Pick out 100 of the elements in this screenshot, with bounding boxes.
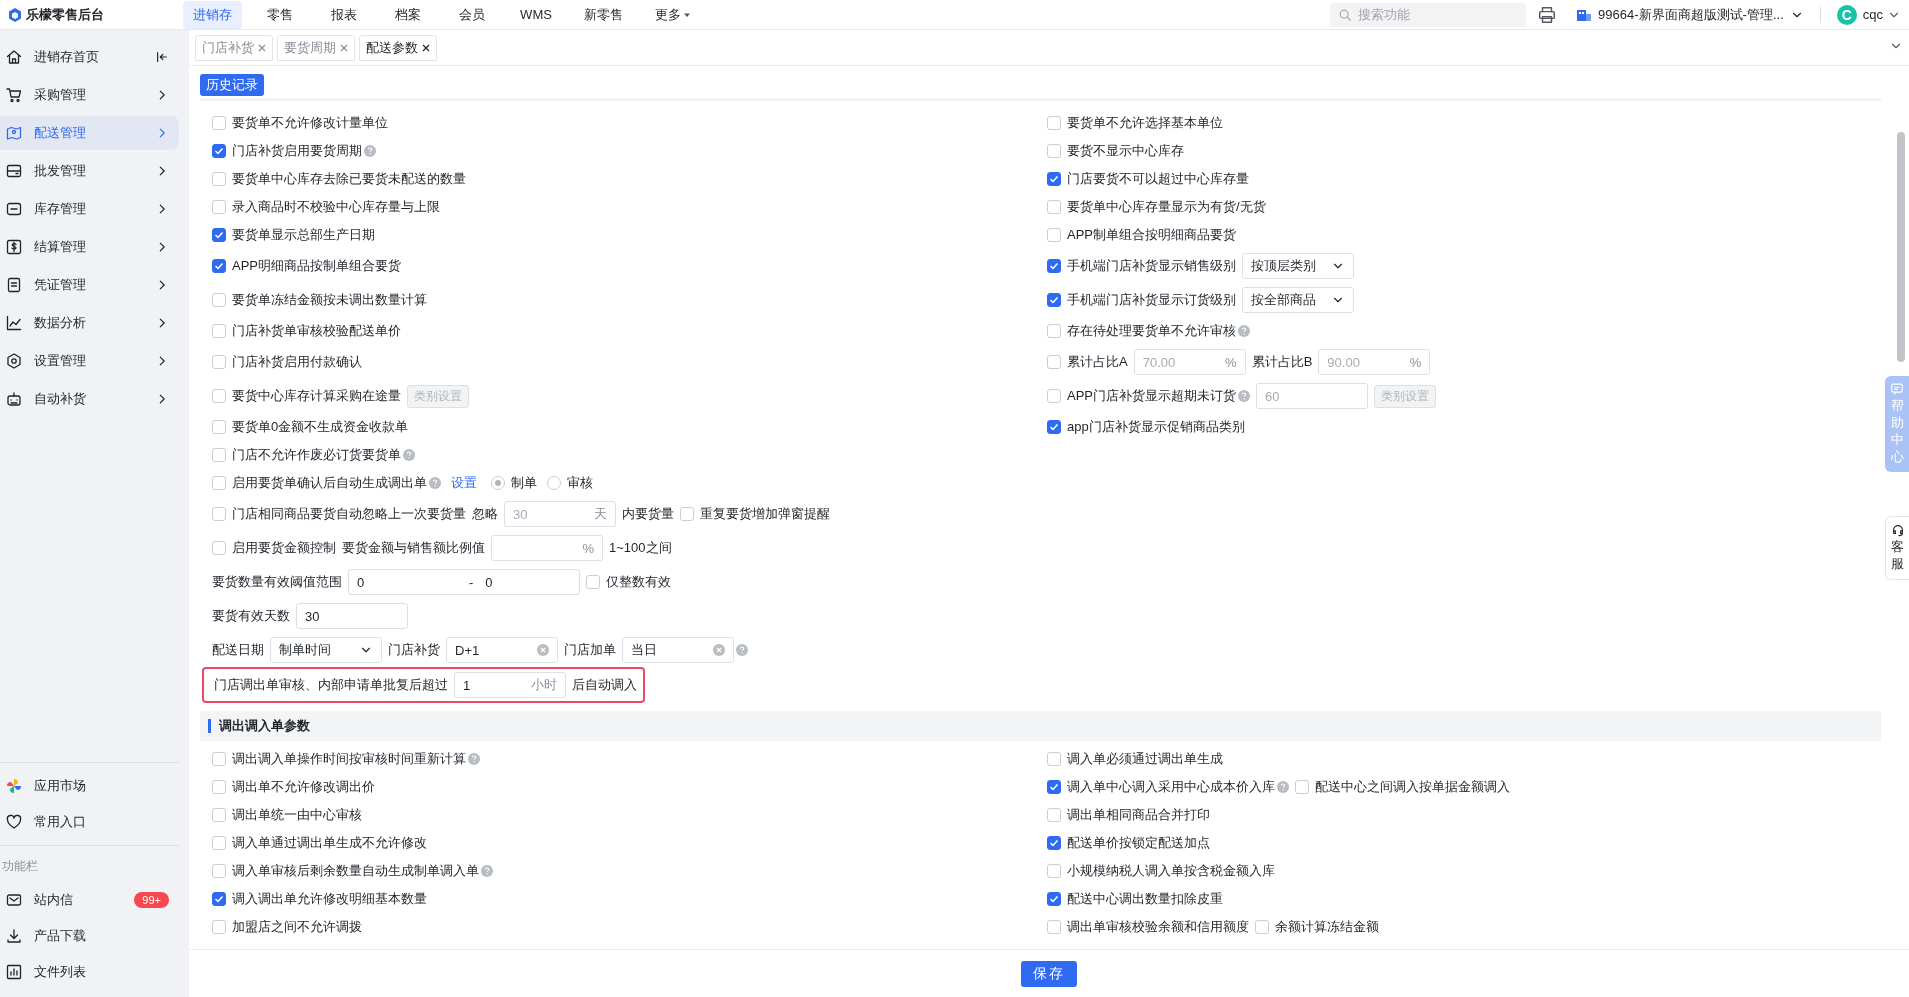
field-label: 门店补货 bbox=[388, 641, 440, 659]
nav-tab[interactable]: 新零售 bbox=[574, 0, 633, 29]
sidebar-item[interactable]: 数据分析 bbox=[0, 306, 179, 340]
sidebar-item[interactable]: 产品下载 bbox=[0, 919, 179, 953]
help-icon[interactable] bbox=[364, 145, 376, 157]
checkbox[interactable] bbox=[1047, 836, 1061, 850]
range-field[interactable]: 0 - 0 bbox=[348, 569, 580, 595]
option-label: 手机端门店补货显示订货级别 bbox=[1067, 291, 1236, 309]
sidebar-item[interactable]: 自动补货 bbox=[0, 382, 179, 416]
option-label: 要货单不允许修改计量单位 bbox=[232, 114, 388, 132]
close-icon[interactable] bbox=[422, 44, 430, 52]
help-icon[interactable] bbox=[736, 644, 748, 656]
checkbox[interactable] bbox=[1047, 172, 1061, 186]
sidebar-item[interactable]: 设置管理 bbox=[0, 344, 179, 378]
field-label: 累计占比B bbox=[1251, 353, 1313, 371]
input-field[interactable]: 1 小时 bbox=[454, 672, 566, 698]
option-label: 仅整数有效 bbox=[606, 573, 671, 591]
line-chart-icon bbox=[6, 315, 22, 331]
sidebar-item[interactable]: 结算管理 bbox=[0, 230, 179, 264]
nav-tab[interactable]: 档案 bbox=[382, 0, 434, 29]
clear-icon[interactable] bbox=[713, 644, 725, 656]
checkbox[interactable] bbox=[212, 144, 226, 158]
option-label: 调出单审核校验余额和信用额度 bbox=[1067, 918, 1249, 936]
settings-link[interactable]: 设置 bbox=[451, 474, 477, 492]
input-field[interactable]: D+1 bbox=[446, 637, 558, 663]
nav-tab[interactable]: 报表 bbox=[318, 0, 370, 29]
checkbox[interactable] bbox=[212, 228, 226, 242]
checkbox[interactable] bbox=[1047, 780, 1061, 794]
sidebar-item[interactable]: 进销存首页 bbox=[0, 40, 179, 74]
option-label: 调入单审核后剩余数量自动生成制单调入单 bbox=[232, 862, 479, 880]
sidebar-item[interactable]: 常用入口 bbox=[0, 805, 179, 839]
help-icon[interactable] bbox=[468, 753, 480, 765]
field-label: 配送日期 bbox=[212, 641, 264, 659]
nav-tab[interactable]: WMS bbox=[510, 0, 562, 29]
option-label: 手机端门店补货显示销售级别 bbox=[1067, 257, 1236, 275]
page-tab[interactable]: 配送参数 bbox=[359, 35, 437, 61]
nav-tab[interactable]: 更多 bbox=[645, 0, 701, 29]
checkbox[interactable] bbox=[212, 892, 226, 906]
checkbox[interactable] bbox=[1047, 293, 1061, 307]
scrollbar-thumb[interactable] bbox=[1897, 132, 1905, 362]
option-label: 门店相同商品要货自动忽略上一次要货量 bbox=[232, 505, 466, 523]
sidebar-item[interactable]: 文件列表 bbox=[0, 955, 179, 989]
help-icon[interactable] bbox=[1277, 781, 1289, 793]
option-label: 要货单中心库存量显示为有货/无货 bbox=[1067, 198, 1266, 216]
map-icon bbox=[6, 125, 22, 141]
option-label: 累计占比A bbox=[1067, 353, 1128, 371]
option-label: 要货单显示总部生产日期 bbox=[232, 226, 375, 244]
dropdown[interactable]: 按全部商品 bbox=[1242, 287, 1354, 313]
customer-service-tab[interactable]: 客服 bbox=[1885, 516, 1909, 580]
option-label: 门店补货单审核校验配送单价 bbox=[232, 322, 401, 340]
option-label: 要货中心库存计算采购在途量 bbox=[232, 387, 401, 405]
sidebar-item[interactable]: 凭证管理 bbox=[0, 268, 179, 302]
sidebar-item[interactable]: 批发管理 bbox=[0, 154, 179, 188]
option-label: 门店要货不可以超过中心库存量 bbox=[1067, 170, 1249, 188]
collapse-icon[interactable] bbox=[155, 50, 169, 64]
store-selector[interactable]: 99664-新界面商超版测试-管理... bbox=[1576, 5, 1804, 24]
input-field[interactable]: 30 bbox=[296, 603, 408, 629]
printer-icon[interactable] bbox=[1538, 5, 1557, 24]
sidebar-item[interactable]: 应用市场 bbox=[0, 769, 179, 803]
sidebar-item[interactable]: 配送管理 bbox=[0, 116, 179, 150]
heart-icon bbox=[6, 814, 22, 830]
sidebar-item[interactable]: 库存管理 bbox=[0, 192, 179, 226]
input-field[interactable]: 70.00 % bbox=[1133, 349, 1246, 375]
clear-icon[interactable] bbox=[537, 644, 549, 656]
dropdown[interactable]: 制单时间 bbox=[270, 637, 382, 663]
checkbox[interactable] bbox=[1047, 420, 1061, 434]
checkbox[interactable] bbox=[1047, 892, 1061, 906]
check-icon bbox=[1049, 782, 1059, 792]
radio-label: 制单 bbox=[511, 474, 537, 492]
input-field[interactable]: % bbox=[491, 535, 603, 561]
field-label: 门店加单 bbox=[564, 641, 616, 659]
input-field[interactable]: 当日 bbox=[622, 637, 734, 663]
input-field[interactable]: 90.00 % bbox=[1318, 349, 1431, 375]
help-icon[interactable] bbox=[481, 865, 493, 877]
sidebar-item[interactable]: 站内信 99+ bbox=[0, 883, 179, 917]
option-label: 调出单统一由中心审核 bbox=[232, 806, 362, 824]
help-icon[interactable] bbox=[429, 477, 441, 489]
checkbox[interactable] bbox=[1047, 259, 1061, 273]
sidebar-item[interactable]: 采购管理 bbox=[0, 78, 179, 112]
user-name[interactable]: cqc bbox=[1862, 7, 1883, 22]
help-icon[interactable] bbox=[403, 449, 415, 461]
save-button[interactable]: 保存 bbox=[1021, 960, 1077, 987]
help-icon[interactable] bbox=[1238, 390, 1250, 402]
section-title: 调出调入单参数 bbox=[219, 717, 310, 735]
check-icon bbox=[1049, 295, 1059, 305]
logo-icon bbox=[8, 7, 22, 22]
history-button[interactable]: 历史记录 bbox=[200, 74, 264, 96]
field-label: 1~100之间 bbox=[609, 539, 672, 557]
dropdown[interactable]: 按顶层类别 bbox=[1242, 253, 1354, 279]
home-icon bbox=[6, 49, 22, 65]
cabinet-icon bbox=[6, 201, 22, 217]
nav-tab[interactable]: 会员 bbox=[446, 0, 498, 29]
checkbox[interactable] bbox=[212, 259, 226, 273]
nav-tab[interactable]: 进销存 bbox=[183, 0, 242, 29]
headset-icon bbox=[1890, 523, 1905, 537]
option-label: 配送中心之间调入按单据金额调入 bbox=[1315, 778, 1510, 796]
nav-tab[interactable]: 零售 bbox=[254, 0, 306, 29]
option-label: 加盟店之间不允许调拨 bbox=[232, 918, 362, 936]
cart-icon bbox=[6, 87, 22, 103]
help-icon[interactable] bbox=[1238, 325, 1250, 337]
